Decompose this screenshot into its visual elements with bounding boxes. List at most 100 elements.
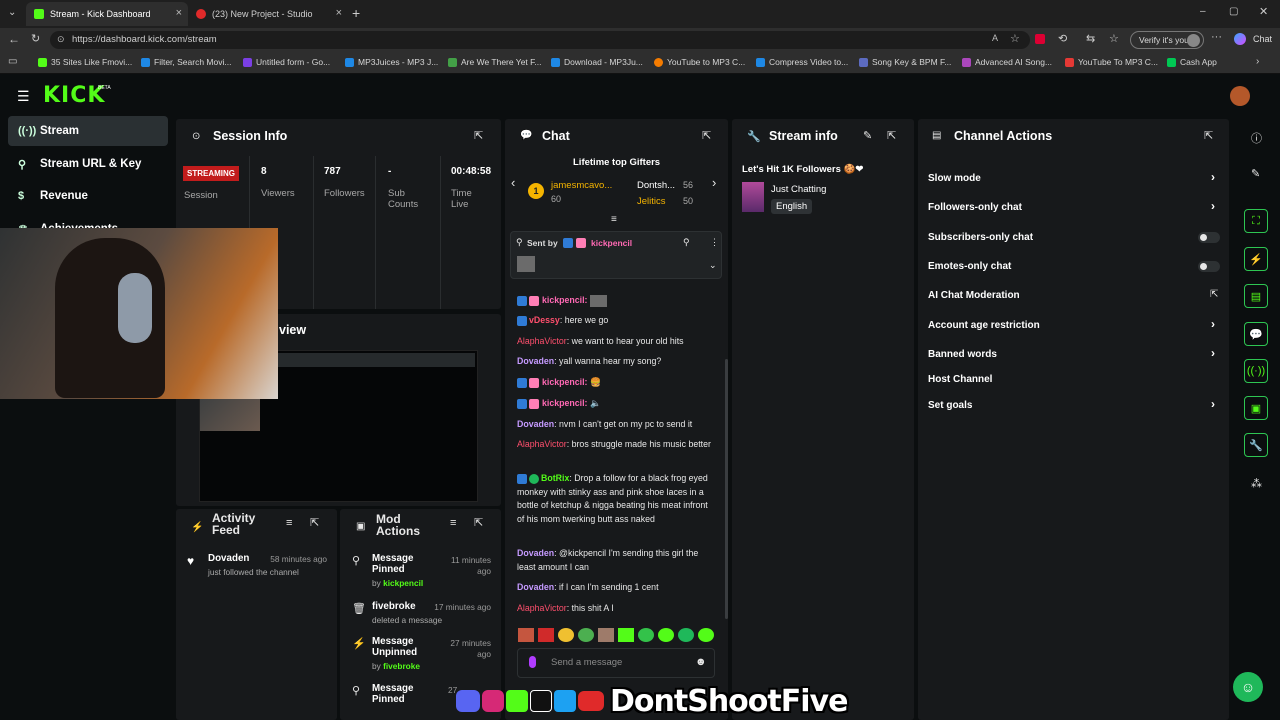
rail-document-icon[interactable]: ▤ bbox=[1244, 284, 1268, 308]
rail-video-icon[interactable]: ▣ bbox=[1244, 396, 1268, 420]
bookmark-item[interactable]: Are We There Yet F... bbox=[448, 57, 541, 67]
chat-user[interactable]: Dovaden bbox=[517, 356, 554, 366]
category-thumbnail[interactable] bbox=[742, 182, 764, 212]
close-window-icon[interactable]: ✕ bbox=[1259, 5, 1268, 18]
info-icon[interactable]: ⓘ bbox=[1251, 130, 1262, 146]
chat-user[interactable]: vDessy bbox=[529, 315, 560, 325]
favorite-star-icon[interactable]: ☆ bbox=[1010, 32, 1020, 45]
popout-icon[interactable]: ⇱ bbox=[474, 129, 483, 142]
followers-only-action[interactable]: Followers-only chat bbox=[928, 202, 1022, 213]
edit-icon[interactable]: ✎ bbox=[863, 129, 872, 142]
emote-icon[interactable] bbox=[618, 628, 634, 642]
support-button[interactable]: ☺ bbox=[1233, 672, 1263, 702]
gifter-name[interactable]: jamesmcavo... bbox=[551, 180, 612, 191]
bookmark-item[interactable]: 35 Sites Like Fmovi... bbox=[38, 57, 132, 67]
chat-input[interactable]: Send a message ☻ bbox=[517, 648, 715, 678]
emotes-only-toggle[interactable] bbox=[1198, 261, 1220, 272]
chat-user[interactable]: Dovaden bbox=[517, 548, 554, 558]
chat-user[interactable]: kickpencil: bbox=[542, 295, 587, 305]
rail-flash-icon[interactable]: ⚡ bbox=[1244, 247, 1268, 271]
copilot-icon[interactable] bbox=[1234, 33, 1246, 45]
gifter-name[interactable]: Jelitics bbox=[637, 196, 666, 207]
popout-icon[interactable]: ⇱ bbox=[310, 516, 319, 529]
emote-icon[interactable] bbox=[518, 628, 534, 642]
rail-fullscreen-icon[interactable]: ⛶ bbox=[1244, 209, 1268, 233]
category-name[interactable]: Just Chatting bbox=[771, 184, 826, 195]
collapse-icon[interactable]: ≡ bbox=[611, 214, 617, 225]
filter-icon[interactable]: ≡ bbox=[450, 517, 456, 529]
gifters-next-icon[interactable]: › bbox=[712, 175, 716, 190]
unpin-icon[interactable]: ⚲ bbox=[683, 237, 690, 248]
pinned-user[interactable]: kickpencil bbox=[591, 238, 632, 248]
popout-icon[interactable]: ⇱ bbox=[474, 516, 483, 529]
popout-icon[interactable]: ⇱ bbox=[702, 129, 711, 142]
set-goals-action[interactable]: Set goals bbox=[928, 400, 972, 411]
reading-list-icon[interactable]: ▭ bbox=[8, 56, 17, 67]
bookmark-item[interactable]: Download - MP3Ju... bbox=[551, 57, 643, 67]
host-channel-action[interactable]: Host Channel bbox=[928, 374, 992, 385]
maximize-icon[interactable]: ▢ bbox=[1229, 6, 1238, 17]
bookmark-item[interactable]: YouTube To MP3 C... bbox=[1065, 57, 1158, 67]
bookmark-item[interactable]: Song Key & BPM F... bbox=[859, 57, 951, 67]
emote-icon[interactable] bbox=[558, 628, 574, 642]
subscribers-only-toggle[interactable] bbox=[1198, 232, 1220, 243]
chat-user[interactable]: AlaphaVictor bbox=[517, 603, 567, 613]
bookmark-item[interactable]: Compress Video to... bbox=[756, 57, 848, 67]
bookmark-item[interactable]: YouTube to MP3 C... bbox=[654, 57, 745, 67]
chat-user[interactable]: BotRix bbox=[541, 473, 569, 483]
url-field[interactable]: ⊙ https://dashboard.kick.com/stream A ☆ bbox=[50, 31, 1030, 49]
rail-broadcast-icon[interactable]: ((·)) bbox=[1244, 359, 1268, 383]
microphone-icon[interactable] bbox=[529, 656, 536, 668]
chat-user[interactable]: kickpencil: bbox=[542, 398, 587, 408]
read-aloud-icon[interactable]: A bbox=[992, 33, 998, 43]
chat-user[interactable]: kickpencil: bbox=[542, 377, 587, 387]
bookmark-item[interactable]: Untitled form - Go... bbox=[243, 57, 330, 67]
emote-icon[interactable] bbox=[638, 628, 654, 642]
emote-icon[interactable] bbox=[598, 628, 614, 642]
popout-icon[interactable]: ⇱ bbox=[887, 129, 896, 142]
tab-list-chevron-icon[interactable]: ⌄ bbox=[8, 7, 16, 18]
chat-user[interactable]: AlaphaVictor bbox=[517, 336, 567, 346]
emote-icon[interactable] bbox=[658, 628, 674, 642]
close-tab-icon[interactable]: × bbox=[176, 7, 182, 19]
emote-icon[interactable] bbox=[698, 628, 714, 642]
kick-logo[interactable]: KICK bbox=[43, 83, 105, 108]
ai-moderation-action[interactable]: AI Chat Moderation bbox=[928, 290, 1020, 301]
emote-icon[interactable] bbox=[578, 628, 594, 642]
more-icon[interactable]: ⋮ bbox=[710, 237, 719, 248]
emotes-only-action[interactable]: Emotes-only chat bbox=[928, 261, 1011, 272]
extension-red-icon[interactable] bbox=[1035, 34, 1045, 44]
sidebar-item-stream-url[interactable]: ⚲ Stream URL & Key bbox=[8, 149, 168, 179]
chat-user[interactable]: Dovaden bbox=[517, 582, 554, 592]
bookmark-item[interactable]: MP3Juices - MP3 J... bbox=[345, 57, 438, 67]
extensions-icon[interactable]: ⟲ bbox=[1058, 32, 1067, 45]
mod-action-user[interactable]: fivebroke bbox=[383, 661, 420, 671]
close-tab-icon[interactable]: × bbox=[336, 7, 342, 19]
chevron-right-icon[interactable]: › bbox=[1211, 317, 1215, 331]
external-link-icon[interactable]: ⇱ bbox=[1210, 289, 1218, 300]
user-avatar[interactable] bbox=[1230, 86, 1250, 106]
banned-words-action[interactable]: Banned words bbox=[928, 349, 997, 360]
slow-mode-action[interactable]: Slow mode bbox=[928, 173, 981, 184]
popout-icon[interactable]: ⇱ bbox=[1204, 129, 1213, 142]
sidebar-item-stream[interactable]: ((·)) Stream bbox=[8, 116, 168, 146]
bookmark-item[interactable]: Cash App bbox=[1167, 57, 1217, 67]
chevron-right-icon[interactable]: › bbox=[1211, 346, 1215, 360]
new-tab-icon[interactable]: + bbox=[352, 5, 360, 21]
rail-wrench-icon[interactable]: 🔧 bbox=[1244, 433, 1268, 457]
reload-icon[interactable]: ↻ bbox=[31, 32, 40, 45]
browser-tab-studio[interactable]: (23) New Project - Studio × bbox=[188, 2, 348, 26]
rail-share-icon[interactable]: ⁂ bbox=[1251, 477, 1262, 490]
gifter-name[interactable]: Dontsh... bbox=[637, 180, 675, 191]
minimize-icon[interactable]: – bbox=[1200, 6, 1206, 17]
verify-button[interactable]: Verify it's you bbox=[1130, 31, 1204, 49]
favorites-icon[interactable]: ☆ bbox=[1109, 32, 1119, 45]
pinned-message[interactable]: ⚲ Sent by kickpencil ⚲ ⋮ ⌄ bbox=[510, 231, 722, 279]
emoji-icon[interactable]: ☻ bbox=[695, 656, 707, 668]
filter-icon[interactable]: ≡ bbox=[286, 517, 292, 529]
bookmark-item[interactable]: Filter, Search Movi... bbox=[141, 57, 231, 67]
copilot-chat-label[interactable]: Chat bbox=[1253, 34, 1272, 44]
split-screen-icon[interactable]: ⇆ bbox=[1086, 32, 1095, 45]
subscribers-only-action[interactable]: Subscribers-only chat bbox=[928, 232, 1033, 243]
bookmarks-more-icon[interactable]: › bbox=[1256, 56, 1259, 67]
